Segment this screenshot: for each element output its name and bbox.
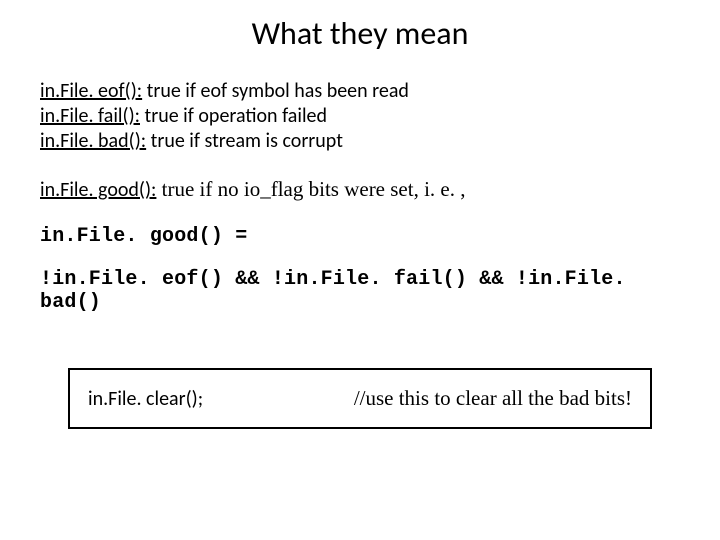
definitions-block-1: in.File. eof(): true if eof symbol has b…: [40, 79, 680, 154]
def-eof-name: in.File. eof():: [40, 79, 142, 103]
slide-title: What they mean: [40, 14, 680, 53]
def-bad: in.File. bad(): true if stream is corrup…: [40, 129, 680, 154]
def-eof: in.File. eof(): true if eof symbol has b…: [40, 79, 680, 104]
def-fail-desc: true if operation failed: [140, 104, 327, 128]
code-lhs: in.File. good() =: [40, 225, 680, 248]
def-good-desc: true if no io_flag bits were set, i. e. …: [156, 177, 465, 201]
note-right: //use this to clear all the bad bits!: [354, 386, 632, 411]
slide: What they mean in.File. eof(): true if e…: [0, 0, 720, 540]
definitions-block-2: in.File. good(): true if no io_flag bits…: [40, 176, 680, 203]
def-fail: in.File. fail(): true if operation faile…: [40, 104, 680, 129]
note-left: in.File. clear();: [88, 387, 203, 411]
def-good-name: in.File. good():: [40, 178, 156, 202]
code-expr: !in.File. eof() && !in.File. fail() && !…: [40, 268, 680, 314]
def-fail-name: in.File. fail():: [40, 104, 140, 128]
def-eof-desc: true if eof symbol has been read: [142, 79, 409, 103]
def-bad-name: in.File. bad():: [40, 129, 146, 153]
def-bad-desc: true if stream is corrupt: [146, 129, 343, 153]
note-box: in.File. clear(); //use this to clear al…: [68, 368, 652, 429]
def-good: in.File. good(): true if no io_flag bits…: [40, 176, 680, 203]
